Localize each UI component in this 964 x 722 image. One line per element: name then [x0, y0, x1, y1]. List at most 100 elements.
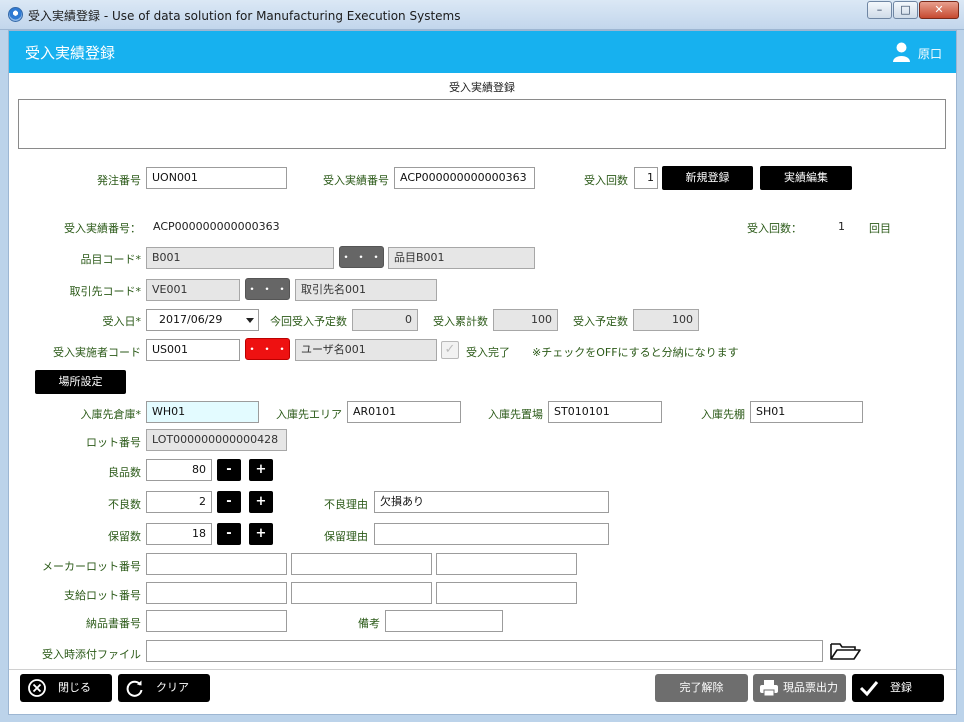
maximize-button[interactable]: □: [893, 1, 918, 19]
defect-qty-plus-button[interactable]: +: [249, 491, 273, 513]
cumulative-label: 受入累計数: [433, 315, 488, 328]
operator-code-label: 受入実施者コード: [53, 346, 141, 359]
maker-lot-input-2[interactable]: [291, 553, 432, 575]
hold-qty-minus-button[interactable]: -: [217, 523, 241, 545]
cumulative-field: 100: [493, 309, 558, 331]
hold-qty-input[interactable]: 18: [146, 523, 212, 545]
lot-label: ロット番号: [86, 436, 141, 449]
receipt-complete-checkbox[interactable]: ✓: [441, 341, 459, 359]
close-button-label: 閉じる: [58, 681, 91, 694]
warehouse-label: 入庫先倉庫*: [80, 408, 142, 421]
clear-button[interactable]: クリア: [118, 674, 210, 702]
receipt-date-picker[interactable]: 2017/06/29: [146, 309, 259, 331]
area-input[interactable]: AR0101: [347, 401, 461, 423]
defect-reason-input[interactable]: 欠損あり: [374, 491, 609, 513]
hold-qty-label: 保留数: [108, 530, 141, 543]
register-button[interactable]: 登録: [852, 674, 944, 702]
location-settings-button[interactable]: 場所設定: [35, 370, 126, 394]
supplier-name-field: 取引先名001: [295, 279, 437, 301]
defect-qty-label: 不良数: [108, 498, 141, 511]
defect-reason-label: 不良理由: [324, 498, 368, 511]
hold-reason-label: 保留理由: [324, 530, 368, 543]
warehouse-input[interactable]: WH01: [146, 401, 259, 423]
print-label-button[interactable]: 現品票出力: [753, 674, 846, 702]
section-title: 受入実績登録: [449, 81, 515, 94]
printer-icon: [760, 680, 778, 697]
header-title: 受入実績登録: [25, 44, 116, 62]
app-header: [9, 31, 956, 73]
supply-lot-input-3[interactable]: [436, 582, 577, 604]
hold-reason-input[interactable]: [374, 523, 609, 545]
shelf-label: 入庫先棚: [701, 408, 745, 421]
close-circle-icon: [28, 679, 46, 697]
window-title: 受入実績登録 - Use of data solution for Manufa…: [28, 9, 461, 23]
defect-qty-input[interactable]: 2: [146, 491, 212, 513]
attachment-input[interactable]: [146, 640, 823, 662]
good-qty-label: 良品数: [108, 466, 141, 479]
delivery-no-label: 納品書番号: [86, 617, 141, 630]
remarks-input[interactable]: [385, 610, 503, 632]
shelf-input[interactable]: SH01: [750, 401, 863, 423]
order-no-label: 発注番号: [97, 174, 141, 187]
receipt-count-input[interactable]: 1: [634, 167, 658, 189]
good-qty-plus-button[interactable]: +: [249, 459, 273, 481]
print-label-label: 現品票出力: [783, 681, 838, 694]
planned-today-field: 0: [352, 309, 418, 331]
receipt-complete-label: 受入完了: [466, 346, 510, 359]
supplier-code-label: 取引先コード*: [69, 285, 142, 298]
supply-lot-input-2[interactable]: [291, 582, 432, 604]
checkmark-icon: [859, 681, 879, 697]
remarks-label: 備考: [358, 617, 380, 630]
item-search-button[interactable]: ・・・: [339, 246, 384, 268]
new-register-button[interactable]: 新規登録: [662, 166, 753, 190]
place-label: 入庫先置場: [488, 408, 543, 421]
receipt-count-info-label: 受入回数：: [747, 222, 802, 235]
receipt-count-search-label: 受入回数: [584, 174, 628, 187]
receipt-no-info-value: ACP000000000000363: [153, 220, 280, 233]
planned-today-label: 今回受入予定数: [270, 315, 347, 328]
receipt-no-input[interactable]: ACP000000000000363: [394, 167, 535, 189]
maker-lot-input-3[interactable]: [436, 553, 577, 575]
place-input[interactable]: ST010101: [548, 401, 662, 423]
operator-search-button[interactable]: ・・・: [245, 338, 290, 360]
supply-lot-input-1[interactable]: [146, 582, 287, 604]
hold-qty-plus-button[interactable]: +: [249, 523, 273, 545]
supplier-search-button[interactable]: ・・・: [245, 278, 290, 300]
footer-divider: [9, 669, 956, 670]
user-icon: [893, 42, 910, 62]
receipt-no-info-label: 受入実績番号：: [64, 222, 141, 235]
user-name: 原口: [918, 47, 943, 61]
supply-lot-label: 支給ロット番号: [64, 589, 141, 602]
item-name-field: 品目B001: [388, 247, 535, 269]
planned-field: 100: [633, 309, 699, 331]
partial-delivery-note: ※チェックをOFFにすると分納になります: [532, 346, 739, 359]
minimize-button[interactable]: –: [867, 1, 892, 19]
operator-name-field: ユーザ名001: [295, 339, 437, 361]
planned-label: 受入予定数: [573, 315, 628, 328]
good-qty-minus-button[interactable]: -: [217, 459, 241, 481]
folder-open-icon[interactable]: [829, 641, 861, 661]
maker-lot-label: メーカーロット番号: [42, 560, 141, 573]
close-button[interactable]: 閉じる: [20, 674, 112, 702]
defect-qty-minus-button[interactable]: -: [217, 491, 241, 513]
item-code-input[interactable]: B001: [146, 247, 334, 269]
maker-lot-input-1[interactable]: [146, 553, 287, 575]
operator-code-input[interactable]: US001: [146, 339, 240, 361]
register-button-label: 登録: [890, 681, 912, 694]
refresh-icon: [126, 680, 143, 697]
cancel-complete-button[interactable]: 完了解除: [655, 674, 748, 702]
good-qty-input[interactable]: 80: [146, 459, 212, 481]
receipt-count-unit: 回目: [869, 222, 891, 235]
item-code-label: 品目コード*: [80, 253, 142, 266]
receipt-date-label: 受入日*: [102, 315, 142, 328]
close-window-button[interactable]: ✕: [919, 1, 959, 19]
attachment-label: 受入時添付ファイル: [42, 648, 141, 661]
edit-results-button[interactable]: 実績編集: [760, 166, 852, 190]
delivery-no-input[interactable]: [146, 610, 287, 632]
receipt-date-value: 2017/06/29: [159, 313, 223, 326]
message-box: [18, 99, 946, 149]
supplier-code-input[interactable]: VE001: [146, 279, 240, 301]
order-no-input[interactable]: UON001: [146, 167, 287, 189]
chevron-down-icon: [246, 318, 254, 323]
area-label: 入庫先エリア: [276, 408, 342, 421]
